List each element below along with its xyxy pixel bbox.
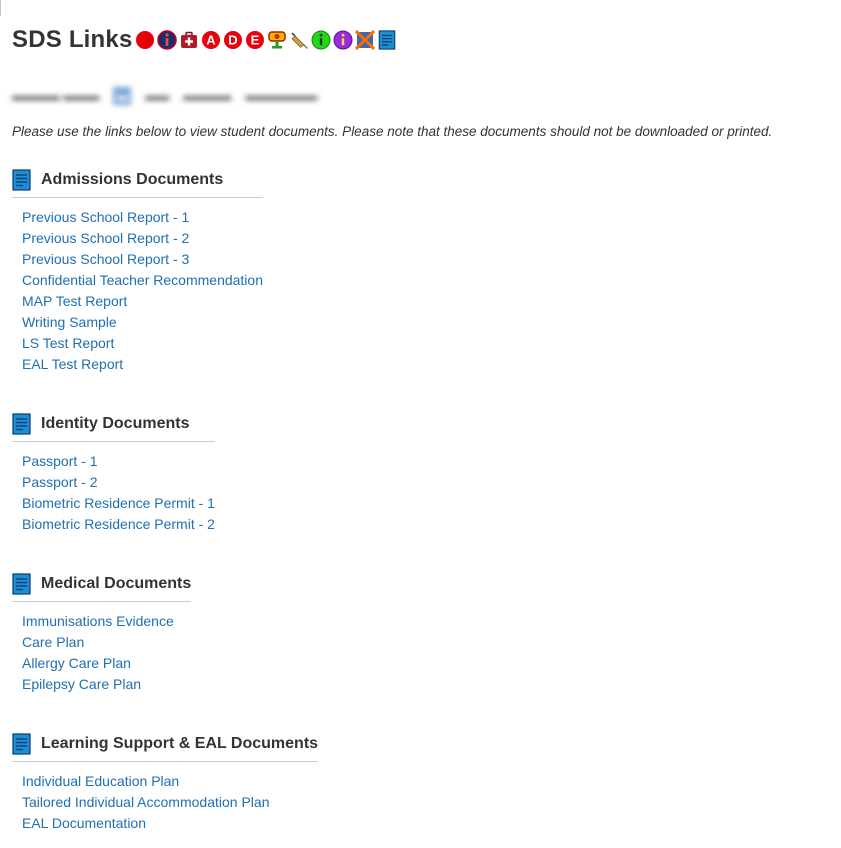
document-icon xyxy=(12,573,31,595)
section-title: Admissions Documents xyxy=(41,171,224,188)
list-item: MAP Test Report xyxy=(22,291,263,312)
document-icon xyxy=(12,733,31,755)
list-item: Previous School Report - 2 xyxy=(22,228,263,249)
list-item: Care Plan xyxy=(22,632,191,653)
section-medical: Medical Documents Immunisations Evidence… xyxy=(12,572,192,695)
list-item: Previous School Report - 1 xyxy=(22,207,263,228)
link-list: Individual Education Plan Tailored Indiv… xyxy=(12,762,318,834)
svg-text:D: D xyxy=(228,33,237,48)
link-map-test-report[interactable]: MAP Test Report xyxy=(22,293,127,309)
list-item: Tailored Individual Accommodation Plan xyxy=(22,792,318,813)
link-previous-school-report-1[interactable]: Previous School Report - 1 xyxy=(22,209,189,225)
green-info-icon[interactable] xyxy=(311,30,331,50)
red-e-icon[interactable]: E xyxy=(245,30,265,50)
link-care-plan[interactable]: Care Plan xyxy=(22,634,84,650)
link-list: Immunisations Evidence Care Plan Allergy… xyxy=(12,602,191,695)
title-row: SDS Links A D E xyxy=(12,24,399,56)
list-item: Writing Sample xyxy=(22,312,263,333)
status-icons: A D E xyxy=(135,30,399,50)
link-confidential-teacher-recommendation[interactable]: Confidential Teacher Recommendation xyxy=(22,272,263,288)
crossed-out-icon[interactable] xyxy=(354,30,375,50)
link-immunisations-evidence[interactable]: Immunisations Evidence xyxy=(22,613,174,629)
list-item: Confidential Teacher Recommendation xyxy=(22,270,263,291)
link-passport-1[interactable]: Passport - 1 xyxy=(22,453,97,469)
redacted-student-info: ▬▬▬▬ ▬▬▬ ▬ ▬▬ ▬▬▬▬ ▬▬▬▬▬▬ xyxy=(12,87,318,105)
purple-info-icon[interactable] xyxy=(333,30,353,50)
section-identity: Identity Documents Passport - 1 Passport… xyxy=(12,412,215,535)
section-header: Admissions Documents xyxy=(12,168,263,198)
section-learning-support: Learning Support & EAL Documents Individ… xyxy=(12,732,319,834)
section-title: Learning Support & EAL Documents xyxy=(41,735,319,752)
red-a-icon[interactable]: A xyxy=(201,30,221,50)
svg-text:A: A xyxy=(206,33,216,48)
section-title: Medical Documents xyxy=(41,575,192,592)
award-icon[interactable] xyxy=(267,30,287,50)
list-item: Passport - 2 xyxy=(22,472,215,493)
list-item: Immunisations Evidence xyxy=(22,611,191,632)
link-passport-2[interactable]: Passport - 2 xyxy=(22,474,97,490)
svg-text:E: E xyxy=(250,33,259,48)
link-list: Passport - 1 Passport - 2 Biometric Resi… xyxy=(12,442,215,535)
medical-kit-icon[interactable] xyxy=(179,30,199,50)
link-previous-school-report-3[interactable]: Previous School Report - 3 xyxy=(22,251,189,267)
section-header: Medical Documents xyxy=(12,572,192,602)
list-item: Previous School Report - 3 xyxy=(22,249,263,270)
section-title: Identity Documents xyxy=(41,415,190,432)
red-d-icon[interactable]: D xyxy=(223,30,243,50)
document-icon xyxy=(12,413,31,435)
link-writing-sample[interactable]: Writing Sample xyxy=(22,314,117,330)
list-item: EAL Documentation xyxy=(22,813,318,834)
link-ls-test-report[interactable]: LS Test Report xyxy=(22,335,114,351)
link-biometric-residence-permit-1[interactable]: Biometric Residence Permit - 1 xyxy=(22,495,215,511)
link-allergy-care-plan[interactable]: Allergy Care Plan xyxy=(22,655,131,671)
section-header: Identity Documents xyxy=(12,412,215,442)
link-eal-test-report[interactable]: EAL Test Report xyxy=(22,356,123,372)
document-icon[interactable] xyxy=(377,30,397,50)
link-previous-school-report-2[interactable]: Previous School Report - 2 xyxy=(22,230,189,246)
list-item: LS Test Report xyxy=(22,333,263,354)
syringe-icon[interactable] xyxy=(289,30,309,50)
list-item: Biometric Residence Permit - 1 xyxy=(22,493,215,514)
red-circle-icon[interactable] xyxy=(135,30,155,50)
link-epilepsy-care-plan[interactable]: Epilepsy Care Plan xyxy=(22,676,141,692)
link-individual-education-plan[interactable]: Individual Education Plan xyxy=(22,773,179,789)
link-biometric-residence-permit-2[interactable]: Biometric Residence Permit - 2 xyxy=(22,516,215,532)
corner-mark xyxy=(0,0,1,16)
link-eal-documentation[interactable]: EAL Documentation xyxy=(22,815,146,831)
list-item: Individual Education Plan xyxy=(22,771,318,792)
list-item: Biometric Residence Permit - 2 xyxy=(22,514,215,535)
section-admissions: Admissions Documents Previous School Rep… xyxy=(12,168,263,375)
link-list: Previous School Report - 1 Previous Scho… xyxy=(12,198,263,375)
list-item: Allergy Care Plan xyxy=(22,653,191,674)
document-icon xyxy=(12,169,31,191)
section-header: Learning Support & EAL Documents xyxy=(12,732,319,762)
info-badge-icon[interactable] xyxy=(156,30,177,50)
page-title: SDS Links xyxy=(12,26,133,53)
list-item: Epilepsy Care Plan xyxy=(22,674,191,695)
link-tailored-individual-accommodation-plan[interactable]: Tailored Individual Accommodation Plan xyxy=(22,794,269,810)
notice-text: Please use the links below to view stude… xyxy=(12,124,773,139)
list-item: EAL Test Report xyxy=(22,354,263,375)
list-item: Passport - 1 xyxy=(22,451,215,472)
